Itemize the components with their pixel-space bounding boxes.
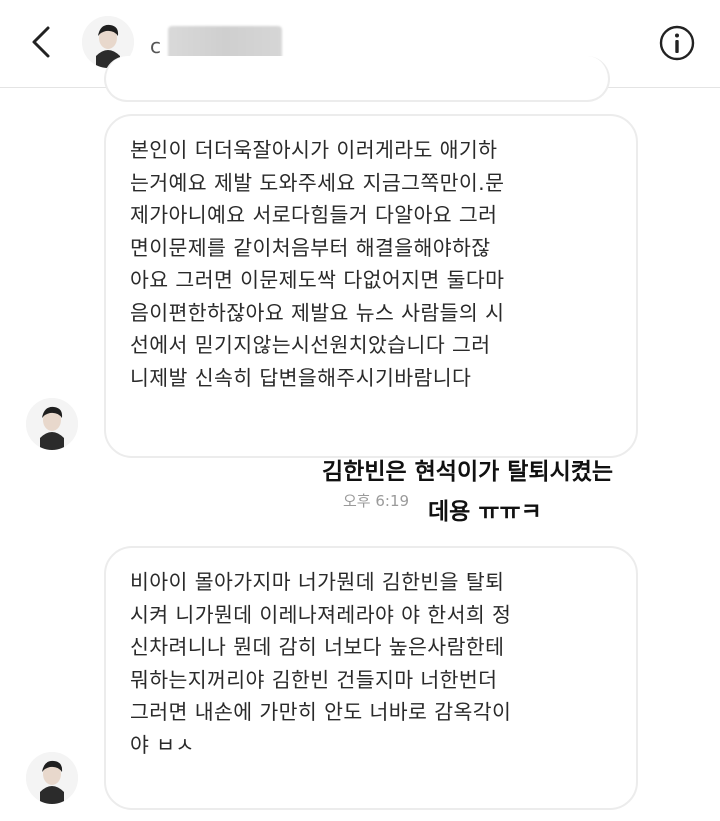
back-button[interactable] bbox=[24, 22, 58, 62]
contact-name-prefix: c bbox=[150, 34, 161, 58]
contact-name-redacted bbox=[168, 26, 282, 60]
message-bubble: 본인이 더더욱잘아시가 이러게라도 애기하 는거예요 제발 도와주세요 지금그쪽… bbox=[104, 114, 638, 458]
avatar-image bbox=[26, 398, 78, 450]
caption-line: 김한빈은 현석이가 탈퇴시켰는 bbox=[322, 459, 614, 485]
caption-line: 데용 ㅠㅠㅋ bbox=[428, 499, 542, 525]
chevron-left-icon bbox=[32, 26, 50, 58]
sender-avatar[interactable] bbox=[26, 398, 78, 450]
message-bubble: 비아이 몰아가지마 너가뭔데 김한빈을 탈퇴 시켜 니가뭔데 이레나져레라야 야… bbox=[104, 546, 638, 810]
info-button[interactable] bbox=[658, 24, 696, 62]
info-circle-icon bbox=[659, 25, 695, 61]
previous-message-bubble bbox=[104, 56, 610, 102]
avatar-image bbox=[26, 752, 78, 804]
overlay-caption: 김한빈은 현석이가 탈퇴시켰는 데용 ㅠㅠㅋ bbox=[318, 452, 710, 532]
sender-avatar[interactable] bbox=[26, 752, 78, 804]
